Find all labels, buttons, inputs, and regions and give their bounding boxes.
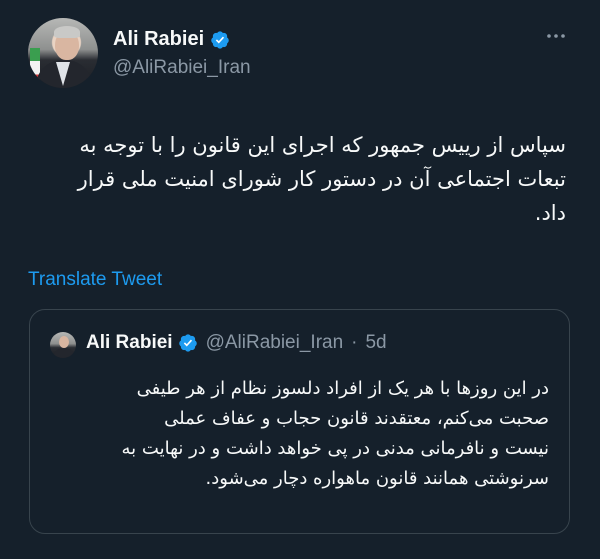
quoted-author-name[interactable]: Ali Rabiei [86,332,173,354]
verified-badge-icon [178,333,198,353]
quoted-header-row: Ali Rabiei @AliRabiei_Iran · 5d [86,332,387,354]
verified-badge-icon [210,30,230,50]
author-name-row[interactable]: Ali Rabiei [113,28,230,51]
more-options-icon[interactable] [544,28,568,44]
translate-tweet-link[interactable]: Translate Tweet [28,269,162,291]
avatar-hair [54,26,80,38]
quoted-avatar-head [59,336,69,348]
quoted-tweet-text: در این روزها با هر یک از افراد دلسوز نظا… [121,378,549,489]
author-display-name[interactable]: Ali Rabiei [113,28,204,51]
quoted-avatar-suit [53,348,75,358]
quoted-tweet[interactable]: Ali Rabiei @AliRabiei_Iran · 5d در این ر… [29,309,570,534]
tweet-card: Ali Rabiei @AliRabiei_Iran سپاس از رییس … [0,0,600,559]
tweet-text: سپاس از رییس جمهور که اجرای این قانون را… [77,133,566,225]
meta-separator: · [351,332,358,353]
quoted-author-avatar[interactable] [50,332,76,358]
quoted-timestamp[interactable]: 5d [365,332,386,354]
author-avatar[interactable] [28,18,98,88]
quoted-author-handle[interactable]: @AliRabiei_Iran [206,332,344,354]
author-handle[interactable]: @AliRabiei_Iran [113,57,251,79]
